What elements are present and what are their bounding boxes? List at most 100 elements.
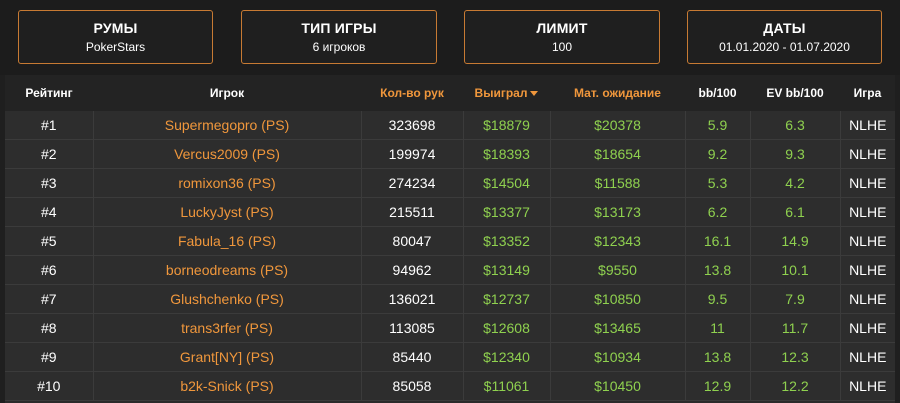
cell-bb100: 9.2	[685, 139, 751, 169]
cell-won: $13149	[463, 255, 551, 285]
header-evbb100[interactable]: EV bb/100	[750, 75, 840, 111]
cell-ev: $9550	[550, 255, 686, 285]
table-row[interactable]: #9 Grant[NY] (PS) 85440 $12340 $10934 13.8 12.…	[5, 342, 895, 372]
cell-player[interactable]: borneodreams (PS)	[93, 255, 362, 285]
table-row[interactable]: #7 Glushchenko (PS) 136021 $12737 $10850 9.5 7…	[5, 284, 895, 314]
cell-won: $18879	[463, 111, 551, 140]
cell-won: $13377	[463, 197, 551, 227]
cell-game: NLHE	[840, 284, 895, 314]
cell-bb100: 5.9	[685, 111, 751, 140]
header-game[interactable]: Игра	[840, 75, 895, 111]
cell-game: NLHE	[840, 197, 895, 227]
cell-won: $11061	[463, 371, 551, 401]
game-type-filter-title: ТИП ИГРЫ	[301, 20, 377, 36]
cell-rank: #9	[5, 342, 94, 372]
cell-bb100: 13.8	[685, 255, 751, 285]
cell-rank: #1	[5, 111, 94, 140]
cell-player[interactable]: Vercus2009 (PS)	[93, 139, 362, 169]
dates-filter[interactable]: ДАТЫ 01.01.2020 - 01.07.2020	[687, 10, 882, 64]
cell-rank: #8	[5, 313, 94, 343]
game-type-filter-value: 6 игроков	[312, 40, 366, 54]
cell-won: $13352	[463, 226, 551, 256]
game-type-filter[interactable]: ТИП ИГРЫ 6 игроков	[241, 10, 437, 64]
cell-player[interactable]: Supermegopro (PS)	[93, 111, 362, 140]
cell-rank: #5	[5, 226, 94, 256]
cell-ev: $13173	[550, 197, 686, 227]
cell-player[interactable]: LuckyJyst (PS)	[93, 197, 362, 227]
cell-won: $12737	[463, 284, 551, 314]
leaderboard-table: Рейтинг Игрок Кол-во рук Выиграл Мат. ож…	[5, 75, 895, 401]
table-row[interactable]: #6 borneodreams (PS) 94962 $13149 $9550 13.8 1…	[5, 255, 895, 285]
cell-won: $12340	[463, 342, 551, 372]
rooms-filter-value: PokerStars	[85, 40, 146, 54]
cell-hands: 85058	[361, 371, 464, 401]
table-row[interactable]: #4 LuckyJyst (PS) 215511 $13377 $13173 6.2 6.1…	[5, 197, 895, 227]
cell-rank: #6	[5, 255, 94, 285]
table-row[interactable]: #8 trans3rfer (PS) 113085 $12608 $13465 11 11.…	[5, 313, 895, 343]
cell-evbb100: 12.3	[750, 342, 841, 372]
cell-bb100: 9.5	[685, 284, 751, 314]
cell-player[interactable]: Fabula_16 (PS)	[93, 226, 362, 256]
cell-won: $12608	[463, 313, 551, 343]
cell-evbb100: 7.9	[750, 284, 841, 314]
cell-game: NLHE	[840, 371, 895, 401]
cell-bb100: 13.8	[685, 342, 751, 372]
cell-rank: #10	[5, 371, 94, 401]
header-ev[interactable]: Мат. ожидание	[550, 75, 685, 111]
cell-ev: $10934	[550, 342, 686, 372]
cell-hands: 274234	[361, 168, 464, 198]
cell-ev: $13465	[550, 313, 686, 343]
filter-bar: РУМЫ PokerStars ТИП ИГРЫ 6 игроков ЛИМИТ…	[0, 0, 900, 75]
table-row[interactable]: #2 Vercus2009 (PS) 199974 $18393 $18654 9.2 9.…	[5, 139, 895, 169]
cell-game: NLHE	[840, 139, 895, 169]
table-row[interactable]: #3 romixon36 (PS) 274234 $14504 $11588 5.3 4.2…	[5, 168, 895, 198]
cell-hands: 199974	[361, 139, 464, 169]
cell-evbb100: 14.9	[750, 226, 841, 256]
cell-evbb100: 12.2	[750, 371, 841, 401]
header-rank[interactable]: Рейтинг	[5, 75, 93, 111]
header-hands[interactable]: Кол-во рук	[361, 75, 463, 111]
table-header-row: Рейтинг Игрок Кол-во рук Выиграл Мат. ож…	[5, 75, 895, 111]
cell-bb100: 11	[685, 313, 751, 343]
caret-down-icon	[530, 91, 539, 97]
leaderboard-table-container[interactable]: Рейтинг Игрок Кол-во рук Выиграл Мат. ож…	[5, 75, 895, 403]
cell-hands: 85440	[361, 342, 464, 372]
header-player[interactable]: Игрок	[93, 75, 361, 111]
table-row[interactable]: #5 Fabula_16 (PS) 80047 $13352 $12343 16.1 14.…	[5, 226, 895, 256]
cell-hands: 94962	[361, 255, 464, 285]
cell-game: NLHE	[840, 313, 895, 343]
cell-hands: 113085	[361, 313, 464, 343]
cell-rank: #2	[5, 139, 94, 169]
cell-game: NLHE	[840, 255, 895, 285]
limit-filter[interactable]: ЛИМИТ 100	[464, 10, 660, 64]
cell-ev: $20378	[550, 111, 686, 140]
header-bb100[interactable]: bb/100	[685, 75, 750, 111]
rooms-filter-title: РУМЫ	[93, 20, 138, 36]
cell-player[interactable]: Glushchenko (PS)	[93, 284, 362, 314]
cell-player[interactable]: b2k-Snick (PS)	[93, 371, 362, 401]
dates-filter-title: ДАТЫ	[763, 20, 806, 36]
cell-evbb100: 6.3	[750, 111, 841, 140]
rooms-filter[interactable]: РУМЫ PokerStars	[18, 10, 213, 64]
table-row[interactable]: #1 Supermegopro (PS) 323698 $18879 $20378 5.9…	[5, 111, 895, 140]
header-won-label: Выиграл	[474, 86, 528, 100]
cell-hands: 136021	[361, 284, 464, 314]
cell-evbb100: 4.2	[750, 168, 841, 198]
cell-ev: $10850	[550, 284, 686, 314]
cell-player[interactable]: trans3rfer (PS)	[93, 313, 362, 343]
cell-ev: $10450	[550, 371, 686, 401]
cell-player[interactable]: Grant[NY] (PS)	[93, 342, 362, 372]
table-row[interactable]: #10 b2k-Snick (PS) 85058 $11061 $10450 12.9 12…	[5, 371, 895, 401]
cell-hands: 80047	[361, 226, 464, 256]
cell-player[interactable]: romixon36 (PS)	[93, 168, 362, 198]
cell-evbb100: 10.1	[750, 255, 841, 285]
cell-game: NLHE	[840, 111, 895, 140]
cell-bb100: 12.9	[685, 371, 751, 401]
cell-game: NLHE	[840, 342, 895, 372]
cell-rank: #3	[5, 168, 94, 198]
cell-won: $14504	[463, 168, 551, 198]
cell-bb100: 6.2	[685, 197, 751, 227]
cell-hands: 323698	[361, 111, 464, 140]
cell-ev: $18654	[550, 139, 686, 169]
header-won[interactable]: Выиграл	[463, 75, 550, 111]
